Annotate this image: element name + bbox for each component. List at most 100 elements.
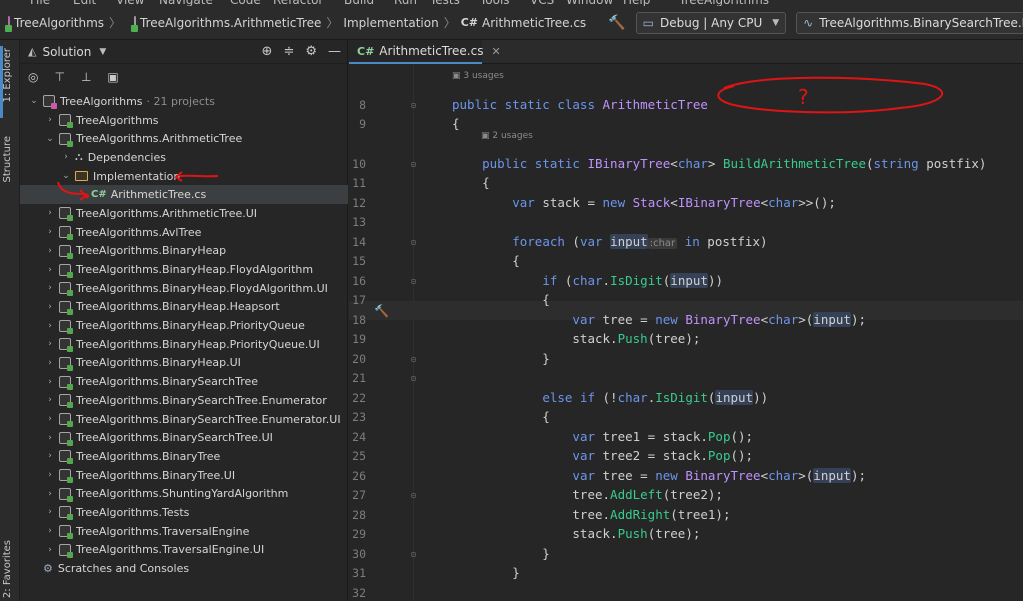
fold-marker-icon[interactable]: ⊟ xyxy=(411,374,416,383)
fold-marker-icon[interactable]: ⊟ xyxy=(411,101,416,110)
code-line[interactable]: { xyxy=(452,409,550,424)
tool-tab-favorites[interactable]: 2: Favorites xyxy=(2,540,13,598)
run-configuration-dropdown[interactable]: ∿ TreeAlgorithms.BinarySearchTree.Enumer… xyxy=(796,11,1023,34)
minimize-icon[interactable]: — xyxy=(328,44,341,59)
code-line[interactable]: public static IBinaryTree<char> BuildAri… xyxy=(452,156,986,171)
tree-item[interactable]: › TreeAlgorithms.AvlTree xyxy=(20,223,348,242)
tree-item[interactable]: › TreeAlgorithms.BinarySearchTree.Enumera… xyxy=(20,410,348,429)
usages-hint[interactable]: ▣ 3 usages xyxy=(452,71,504,81)
collapse-all-icon[interactable]: ≑ xyxy=(283,44,294,59)
code-line[interactable]: foreach (var input:char in postfix) xyxy=(452,234,768,249)
tree-item[interactable]: › TreeAlgorithms.BinarySearchTree.UI xyxy=(20,428,348,447)
tree-item[interactable]: › TreeAlgorithms xyxy=(20,111,348,130)
chevron-right-icon[interactable]: › xyxy=(44,507,56,517)
breadcrumb-file[interactable]: C# ArithmeticTree.cs xyxy=(461,16,586,30)
tree-item-folder[interactable]: ⌄ Implementation xyxy=(20,167,348,186)
chevron-right-icon[interactable]: › xyxy=(44,246,56,256)
code-line[interactable]: { xyxy=(452,292,550,307)
show-all-files-icon[interactable]: ◎ xyxy=(28,70,38,84)
code-line[interactable]: var tree = new BinaryTree<char>(input); xyxy=(452,312,866,327)
chevron-right-icon[interactable]: › xyxy=(44,395,56,405)
chevron-right-icon[interactable]: › xyxy=(44,339,56,349)
chevron-right-icon[interactable]: › xyxy=(44,377,56,387)
tool-tab-explorer[interactable]: 1: Explorer xyxy=(2,48,13,103)
tree-item[interactable]: › TreeAlgorithms.BinarySearchTree xyxy=(20,372,348,391)
configuration-dropdown[interactable]: ▭ Debug | Any CPU ▼ xyxy=(635,11,787,34)
code-line[interactable]: else if (!char.IsDigit(input)) xyxy=(452,390,768,405)
filter-out-icon[interactable]: ⊥ xyxy=(81,70,91,84)
fold-marker-icon[interactable]: ⊟ xyxy=(411,491,416,500)
tree-item[interactable]: › TreeAlgorithms.BinaryHeap.UI xyxy=(20,354,348,373)
code-line[interactable]: var tree2 = stack.Pop(); xyxy=(452,448,753,463)
code-area[interactable]: ▣ 3 usages ▣ 2 usages 🔨 8 public static c… xyxy=(349,64,1023,601)
tree-item[interactable]: ⌄ TreeAlgorithms.ArithmeticTree xyxy=(20,129,348,148)
tool-tab-structure[interactable]: Structure xyxy=(2,136,13,183)
chevron-right-icon[interactable]: › xyxy=(60,152,72,162)
code-line[interactable]: stack.Push(tree); xyxy=(452,526,700,541)
chevron-down-icon[interactable]: ▼ xyxy=(99,47,106,57)
tree-item[interactable]: › TreeAlgorithms.BinaryHeap.FloydAlgorith… xyxy=(20,279,348,298)
breadcrumb-solution[interactable]: TreeAlgorithms 〉 xyxy=(14,14,126,31)
code-line[interactable]: } xyxy=(452,546,550,561)
tree-item[interactable]: › TreeAlgorithms.BinaryTree.UI xyxy=(20,466,348,485)
code-line[interactable]: } xyxy=(452,351,550,366)
chevron-right-icon[interactable]: › xyxy=(44,283,56,293)
tree-item[interactable]: › TreeAlgorithms.BinarySearchTree.Enumera… xyxy=(20,391,348,410)
tree-item[interactable]: › TreeAlgorithms.Tests xyxy=(20,503,348,522)
chevron-right-icon[interactable]: › xyxy=(44,470,56,480)
build-hammer-icon[interactable]: 🔨 xyxy=(608,15,625,31)
chevron-right-icon[interactable]: › xyxy=(44,208,56,218)
chevron-right-icon[interactable]: › xyxy=(44,451,56,461)
tree-item[interactable]: › TreeAlgorithms.BinaryHeap.FloydAlgorith… xyxy=(20,260,348,279)
tree-item[interactable]: › TreeAlgorithms.ArithmeticTree.UI xyxy=(20,204,348,223)
code-line[interactable]: { xyxy=(452,116,460,131)
breadcrumb-project[interactable]: TreeAlgorithms.ArithmeticTree 〉 xyxy=(140,14,343,31)
code-line[interactable]: { xyxy=(452,175,490,190)
code-line[interactable]: tree.AddLeft(tree2); xyxy=(452,487,723,502)
tree-item[interactable]: › TreeAlgorithms.ShuntingYardAlgorithm xyxy=(20,484,348,503)
tree-item[interactable]: › TreeAlgorithms.BinaryHeap.PriorityQueue… xyxy=(20,335,348,354)
code-line[interactable]: public static class ArithmeticTree xyxy=(452,97,708,112)
chevron-down-icon[interactable]: ⌄ xyxy=(28,96,40,106)
tree-item[interactable]: › TreeAlgorithms.BinaryHeap.PriorityQueue xyxy=(20,316,348,335)
chevron-right-icon[interactable]: › xyxy=(44,227,56,237)
chevron-right-icon[interactable]: › xyxy=(44,302,56,312)
tree-item[interactable]: ⚙ Scratches and Consoles xyxy=(20,559,348,578)
preview-icon[interactable]: ▣ xyxy=(107,70,118,84)
chevron-right-icon[interactable]: › xyxy=(44,433,56,443)
filter-in-icon[interactable]: ⊤ xyxy=(54,70,64,84)
tree-item[interactable]: › TreeAlgorithms.BinaryHeap xyxy=(20,242,348,261)
tree-item[interactable]: › TreeAlgorithms.TraversalEngine.UI xyxy=(20,541,348,560)
tree-item[interactable]: › TreeAlgorithms.BinaryTree xyxy=(20,447,348,466)
breadcrumb-folder[interactable]: Implementation 〉 xyxy=(343,14,460,31)
usages-hint[interactable]: ▣ 2 usages xyxy=(481,131,533,141)
chevron-down-icon[interactable]: ⌄ xyxy=(60,171,72,181)
tree-item[interactable]: › ⛬ Dependencies xyxy=(20,148,348,167)
tree-item-file[interactable]: C# ArithmeticTree.cs xyxy=(20,185,348,205)
tree-root[interactable]: ⌄ TreeAlgorithms · 21 projects xyxy=(20,92,348,111)
code-line[interactable]: { xyxy=(452,253,520,268)
solution-panel-title[interactable]: Solution xyxy=(42,45,91,59)
tree-item[interactable]: › TreeAlgorithms.TraversalEngine xyxy=(20,522,348,541)
code-line[interactable]: } xyxy=(452,565,520,580)
code-line[interactable]: stack.Push(tree); xyxy=(452,331,700,346)
close-icon[interactable]: ✕ xyxy=(491,45,500,58)
code-line[interactable]: var tree = new BinaryTree<char>(input); xyxy=(452,468,866,483)
fold-marker-icon[interactable]: ⊟ xyxy=(411,277,416,286)
code-line[interactable]: tree.AddRight(tree1); xyxy=(452,507,730,522)
chevron-right-icon[interactable]: › xyxy=(44,265,56,275)
chevron-right-icon[interactable]: › xyxy=(44,414,56,424)
quick-fix-hammer-icon[interactable]: 🔨 xyxy=(374,304,389,318)
chevron-right-icon[interactable]: › xyxy=(44,545,56,555)
chevron-right-icon[interactable]: › xyxy=(44,526,56,536)
code-line[interactable]: var stack = new Stack<IBinaryTree<char>>… xyxy=(452,195,836,210)
chevron-right-icon[interactable]: › xyxy=(44,115,56,125)
chevron-right-icon[interactable]: › xyxy=(44,358,56,368)
chevron-down-icon[interactable]: ⌄ xyxy=(44,134,56,144)
gear-icon[interactable]: ⚙ xyxy=(305,44,317,59)
chevron-right-icon[interactable]: › xyxy=(44,321,56,331)
fold-marker-icon[interactable]: ⊟ xyxy=(411,160,416,169)
locate-icon[interactable]: ⊕ xyxy=(262,44,273,59)
code-line[interactable]: var tree1 = stack.Pop(); xyxy=(452,429,753,444)
tab-arithmetictree-cs[interactable]: C# ArithmeticTree.cs ✕ xyxy=(349,40,501,64)
